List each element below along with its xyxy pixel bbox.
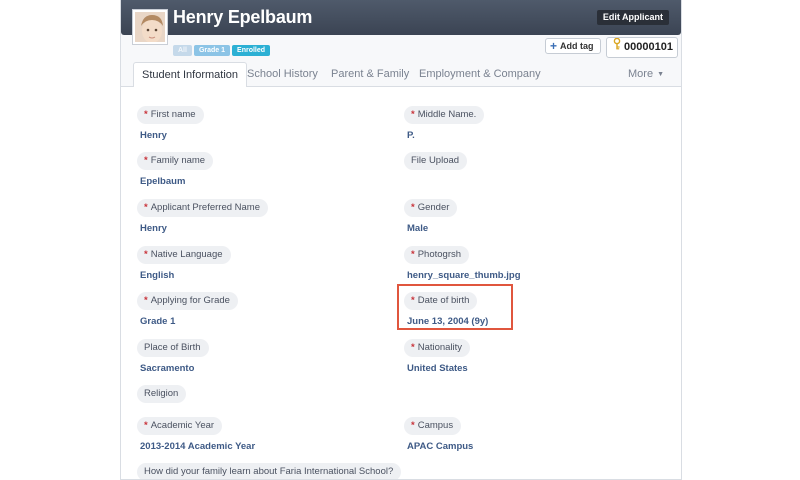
how-learned-label: How did your family learn about Faria In… [137, 463, 402, 479]
field-first-name: * First name Henry [137, 104, 204, 141]
tab-more[interactable]: More ▼ [628, 62, 664, 87]
chevron-down-icon: ▼ [657, 71, 664, 78]
tab-school-history[interactable]: School History [247, 62, 318, 87]
photograph-value[interactable]: henry_square_thumb.jpg [407, 270, 521, 281]
academic-year-value[interactable]: 2013-2014 Academic Year [140, 441, 255, 452]
required-marker: * [411, 109, 415, 120]
applicant-panel: Henry Epelbaum Edit Applicant All Grade … [120, 0, 682, 480]
campus-label: * Campus [404, 417, 462, 435]
middle-name-value[interactable]: P. [407, 130, 415, 141]
required-marker: * [411, 342, 415, 353]
family-name-label: * Family name [137, 152, 214, 170]
field-family-name: * Family name Epelbaum [137, 150, 214, 187]
applicant-header: Henry Epelbaum Edit Applicant [121, 0, 681, 35]
date-of-birth-highlight [397, 284, 513, 330]
tab-parent-family[interactable]: Parent & Family [331, 62, 409, 87]
student-information-form: * First name Henry * Middle Name. P. * Fami… [121, 87, 681, 479]
required-marker: * [144, 249, 148, 260]
required-marker: * [144, 155, 148, 166]
nationality-value[interactable]: United States [407, 363, 468, 374]
field-preferred-name: * Applicant Preferred Name Henry [137, 197, 269, 234]
photograph-label: * Photogrsh [404, 246, 470, 264]
field-place-of-birth: Place of Birth Sacramento [137, 337, 209, 374]
field-photograph: * Photogrsh henry_square_thumb.jpg [404, 244, 521, 281]
student-photo-icon [135, 12, 165, 42]
required-marker: * [144, 295, 148, 306]
edit-applicant-button[interactable]: Edit Applicant [596, 10, 669, 25]
first-name-value[interactable]: Henry [140, 130, 167, 141]
place-of-birth-value[interactable]: Sacramento [140, 363, 194, 374]
plus-icon: + [550, 39, 558, 53]
first-name-label: * First name [137, 106, 204, 124]
gender-value[interactable]: Male [407, 223, 428, 234]
field-native-language: * Native Language English [137, 244, 231, 281]
required-marker: * [144, 202, 148, 213]
nationality-label: * Nationality [404, 339, 471, 357]
native-language-label: * Native Language [137, 246, 231, 264]
required-marker: * [144, 109, 148, 120]
required-marker: * [144, 420, 148, 431]
required-marker: * [411, 420, 415, 431]
file-upload-label: File Upload [404, 152, 468, 170]
religion-label: Religion [137, 385, 187, 403]
place-of-birth-label: Place of Birth [137, 339, 209, 357]
middle-name-label: * Middle Name. [404, 106, 485, 124]
avatar[interactable] [133, 10, 167, 44]
family-name-value[interactable]: Epelbaum [140, 176, 185, 187]
required-marker: * [411, 249, 415, 260]
academic-year-label: * Academic Year [137, 417, 223, 435]
key-icon [613, 37, 621, 57]
field-how-learned: How did your family learn about Faria In… [137, 461, 402, 479]
preferred-name-label: * Applicant Preferred Name [137, 199, 269, 217]
tab-student-information[interactable]: Student Information [133, 62, 248, 88]
field-nationality: * Nationality United States [404, 337, 471, 374]
applicant-id: 00000101 [624, 41, 673, 53]
required-marker: * [411, 202, 415, 213]
add-tag-label: Add tag [560, 41, 594, 51]
badge-grade[interactable]: Grade 1 [193, 45, 231, 56]
field-academic-year: * Academic Year 2013-2014 Academic Year [137, 415, 255, 452]
applying-grade-value[interactable]: Grade 1 [140, 316, 175, 327]
preferred-name-value[interactable]: Henry [140, 223, 167, 234]
tab-employment-company[interactable]: Employment & Company [419, 62, 541, 87]
applicant-name: Henry Epelbaum [173, 7, 313, 27]
applicant-id-box: 00000101 [606, 37, 678, 58]
gender-label: * Gender [404, 199, 458, 217]
field-middle-name: * Middle Name. P. [404, 104, 485, 141]
field-gender: * Gender Male [404, 197, 458, 234]
tag-badges: All Grade 1 Enrolled [173, 45, 271, 56]
applying-grade-label: * Applying for Grade [137, 292, 238, 310]
field-file-upload: File Upload [404, 150, 468, 170]
add-tag-button[interactable]: + Add tag [545, 38, 601, 54]
tab-bar: Student Information School History Paren… [121, 62, 681, 88]
native-language-value[interactable]: English [140, 270, 174, 281]
badge-status[interactable]: Enrolled [232, 45, 271, 56]
field-religion: Religion [137, 383, 187, 403]
field-applying-grade: * Applying for Grade Grade 1 [137, 290, 238, 327]
campus-value[interactable]: APAC Campus [407, 441, 473, 452]
field-campus: * Campus APAC Campus [404, 415, 473, 452]
badge-all[interactable]: All [173, 45, 192, 56]
tab-more-label: More [628, 68, 654, 80]
